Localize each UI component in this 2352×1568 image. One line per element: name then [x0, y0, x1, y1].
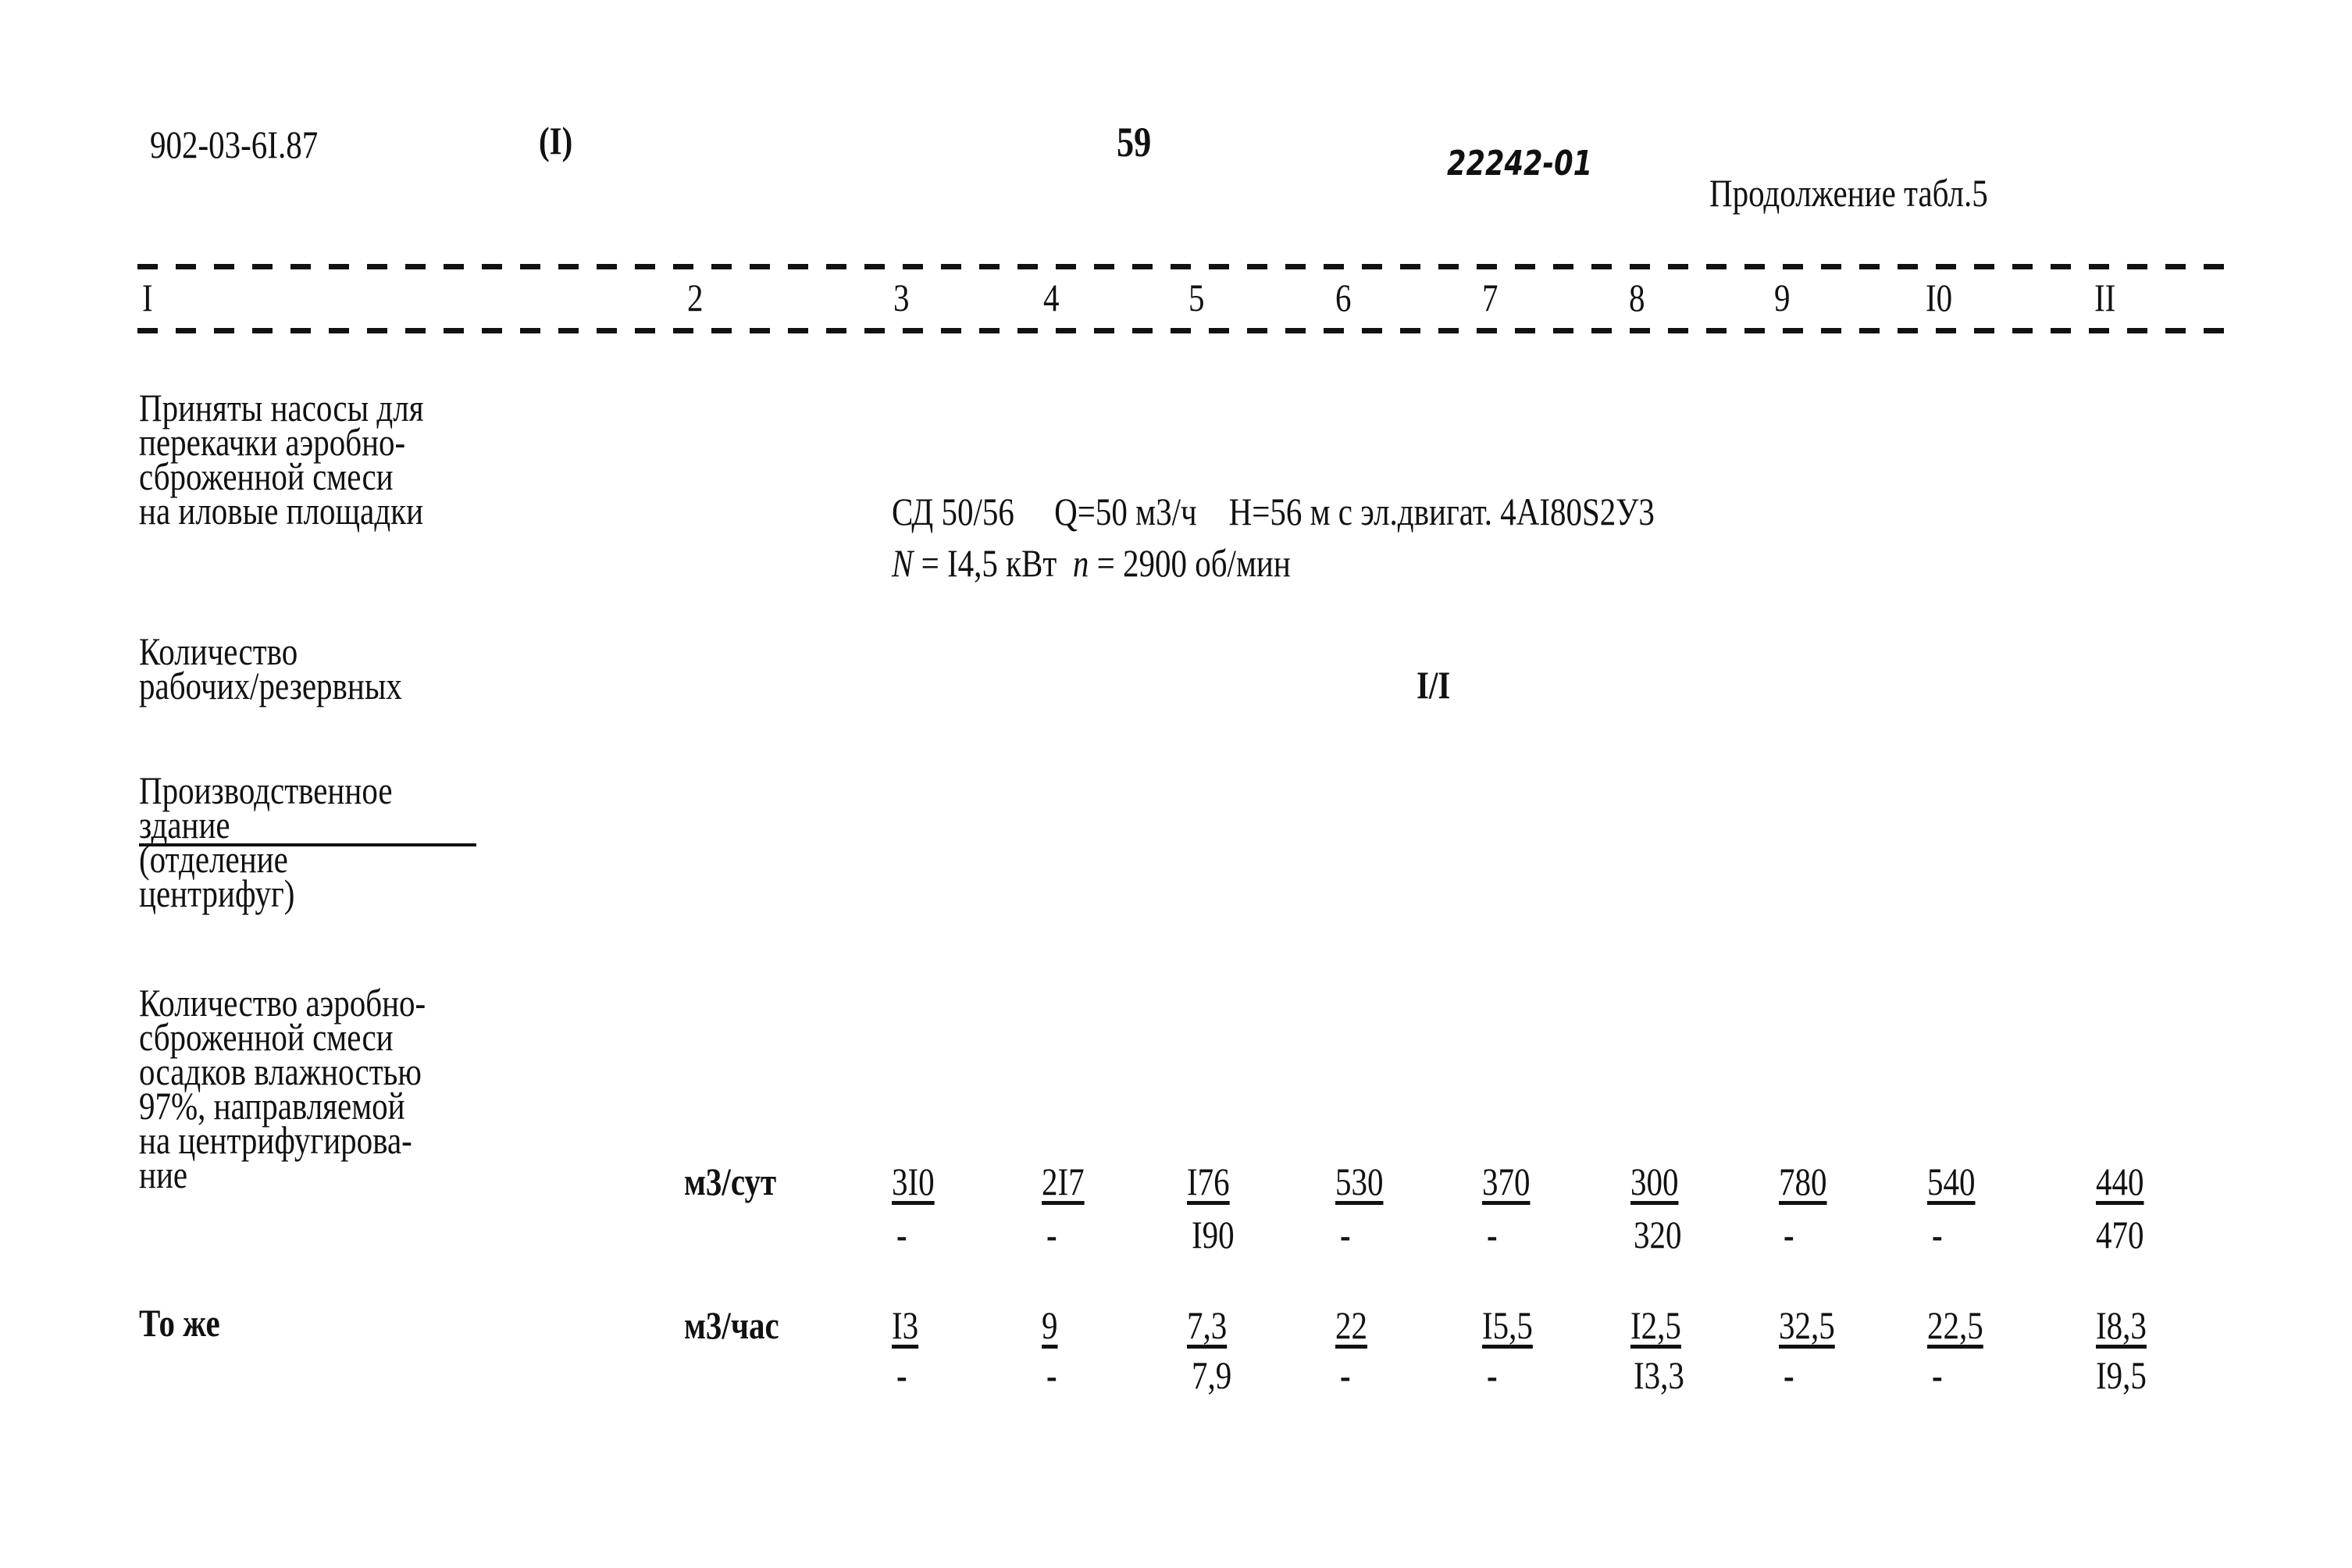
working-reserve-count: I/I: [1417, 663, 1451, 707]
table-cell: 320: [1634, 1213, 1682, 1256]
row-label-same: То же: [139, 1301, 220, 1345]
row-label-pumps: Приняты насосы для перекачки аэробно- сб…: [139, 386, 424, 533]
table-cell: -: [1784, 1213, 1794, 1256]
table-cell: I3: [892, 1303, 919, 1347]
column-number: 7: [1482, 276, 1499, 319]
column-number: 8: [1629, 276, 1645, 319]
table-cell: 300: [1630, 1160, 1679, 1203]
table-cell: -: [896, 1213, 907, 1256]
column-number: 9: [1774, 276, 1791, 319]
header-bottom-dashed-rule: [137, 328, 2230, 333]
unit-m3-per-hour: м3/час: [684, 1303, 779, 1347]
power-value: = I4,5 кВт: [913, 541, 1073, 585]
table-cell: -: [1932, 1213, 1943, 1256]
table-cell: 9: [1042, 1303, 1058, 1347]
table-cell: I2,5: [1630, 1303, 1681, 1347]
table-cell: 370: [1482, 1160, 1531, 1203]
table-cell: I3,3: [1634, 1353, 1684, 1397]
rpm-symbol: n: [1072, 541, 1089, 585]
table-cell: 440: [2096, 1160, 2144, 1203]
column-number: 6: [1335, 276, 1352, 319]
table-cell: 22,5: [1927, 1303, 1983, 1347]
table-cell: 7,3: [1187, 1303, 1228, 1347]
pump-spec-line1: СД 50/56 Q=50 м3/ч H=56 м с эл.двигат. 4…: [892, 490, 1655, 533]
pump-spec-line2: N = I4,5 кВт n = 2900 об/мин: [892, 543, 1291, 583]
table-cell: I76: [1187, 1160, 1230, 1203]
column-number: I: [142, 276, 153, 319]
power-symbol: N: [892, 541, 914, 585]
table-cell: -: [1487, 1213, 1498, 1256]
table-cell: -: [1784, 1353, 1794, 1397]
table-cell: 3I0: [892, 1160, 935, 1203]
table-cell: -: [1340, 1213, 1351, 1256]
column-number: II: [2094, 276, 2116, 319]
table-cell: 780: [1779, 1160, 1827, 1203]
table-cell: -: [1046, 1353, 1057, 1397]
building-label-line3: (отделение центрифуг): [139, 837, 295, 915]
table-cell: I9,5: [2096, 1353, 2147, 1397]
page-number: 59: [1117, 119, 1152, 166]
column-number: I0: [1926, 276, 1953, 319]
volume-number: (I): [539, 119, 573, 162]
column-number: 4: [1043, 276, 1060, 319]
column-number: 3: [893, 276, 910, 319]
table-cell: I8,3: [2096, 1303, 2147, 1347]
header-top-dashed-rule: [137, 264, 2230, 269]
table-cell: I90: [1192, 1213, 1235, 1256]
inventory-number: 22242-01: [1447, 144, 1593, 184]
table-cell: 7,9: [1192, 1353, 1232, 1397]
table-cell: -: [1932, 1353, 1943, 1397]
table-caption: Продолжение табл.5: [1709, 171, 1988, 215]
table-cell: 2I7: [1042, 1160, 1085, 1203]
table-cell: -: [896, 1353, 907, 1397]
table-cell: I5,5: [1482, 1303, 1533, 1347]
table-cell: -: [1340, 1353, 1351, 1397]
column-number: 2: [687, 276, 704, 319]
document-code: 902-03-6I.87: [150, 123, 319, 166]
table-cell: 530: [1335, 1160, 1384, 1203]
row-label-quantity: Количество аэробно- сброженной смеси оса…: [139, 981, 426, 1196]
table-cell: 470: [2096, 1213, 2144, 1256]
table-cell: -: [1487, 1353, 1498, 1397]
rpm-value: = 2900 об/мин: [1089, 541, 1291, 585]
row-label-count: Количество рабочих/резервных: [139, 629, 402, 707]
table-cell: 32,5: [1779, 1303, 1835, 1347]
table-cell: -: [1046, 1213, 1057, 1256]
table-cell: 22: [1335, 1303, 1367, 1347]
column-number: 5: [1188, 276, 1205, 319]
unit-m3-per-day: м3/сут: [684, 1160, 777, 1203]
table-cell: 540: [1927, 1160, 1976, 1203]
